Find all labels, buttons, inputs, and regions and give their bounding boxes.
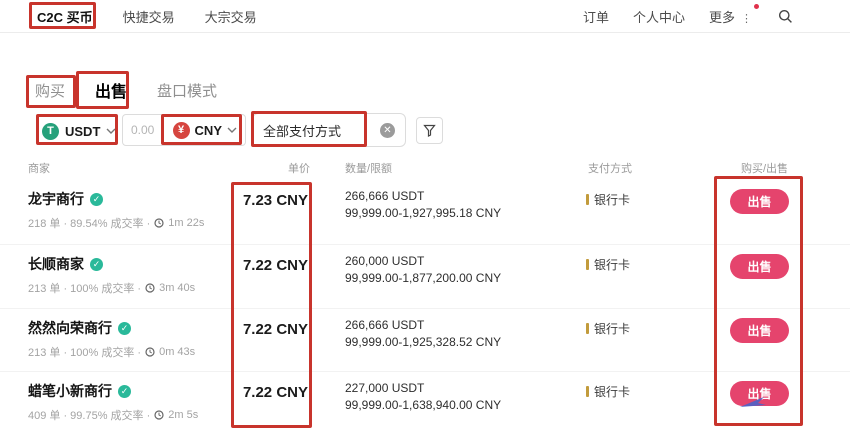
merchant-stats-text: 409 单 · 99.75% 成交率 · [28,407,150,423]
top-navigation: C2C 买币 快捷交易 大宗交易 订单 个人中心 更多 ⋮ [0,0,850,33]
table-row: 蜡笔小新商行 ✓ 409 单 · 99.75% 成交率 · 2m 5s 7.22… [0,371,850,433]
payment-method-filter[interactable]: ✕ [252,113,406,147]
clear-icon[interactable]: ✕ [380,123,395,138]
tab-orderbook-mode[interactable]: 盘口模式 [157,80,217,101]
clock-icon [154,218,164,228]
payment-method-label: 银行卡 [594,256,630,273]
column-header-merchant: 商家 [28,160,50,176]
merchant-stats: 409 单 · 99.75% 成交率 · 2m 5s [28,407,198,423]
cny-icon: ¥ [173,122,190,139]
nav-more-label: 更多 [709,10,735,25]
fiat-select-value: CNY [195,123,222,138]
table-row: 长顺商家 ✓ 213 单 · 100% 成交率 · 3m 40s 7.22 CN… [0,244,850,307]
avg-time: 2m 5s [168,409,198,421]
avg-time: 0m 43s [159,346,195,358]
payment-method-input[interactable] [263,123,380,138]
payment-cell: 银行卡 [586,383,630,400]
available-amount: 260,000 USDT [345,253,501,270]
verified-badge-icon: ✓ [118,322,131,335]
nav-item-profile[interactable]: 个人中心 [633,7,685,26]
merchant-stats: 213 单 · 100% 成交率 · 0m 43s [28,344,195,360]
amount-cell: 266,666 USDT 99,999.00-1,927,995.18 CNY [345,188,501,222]
merchant-name[interactable]: 然然向荣商行 [28,318,112,338]
bank-card-indicator-icon [586,194,589,205]
available-amount: 266,666 USDT [345,188,501,205]
clock-icon [145,283,155,293]
notification-dot [754,4,759,9]
payment-cell: 银行卡 [586,191,630,208]
merchant-name[interactable]: 龙宇商行 [28,189,84,209]
nav-item-more[interactable]: 更多 ⋮ [709,7,752,26]
bank-card-indicator-icon [586,259,589,270]
sell-button[interactable]: 出售 [730,318,789,343]
crypto-select[interactable]: T USDT [42,117,116,145]
chevron-down-icon [106,128,116,134]
table-row: 然然向荣商行 ✓ 213 单 · 100% 成交率 · 0m 43s 7.22 … [0,308,850,371]
price-cell: 7.22 CNY [230,257,308,274]
merchant-stats-text: 213 单 · 100% 成交率 · [28,344,141,360]
nav-item-c2c-buy[interactable]: C2C 买币 [37,7,93,26]
fiat-select[interactable]: ¥ CNY [173,122,237,139]
amount-input[interactable] [131,123,165,137]
bank-card-indicator-icon [586,386,589,397]
bank-card-indicator-icon [586,323,589,334]
verified-badge-icon: ✓ [90,258,103,271]
usdt-icon: T [42,123,59,140]
price-cell: 7.22 CNY [230,321,308,338]
trade-side-tabs: 购买 出售 盘口模式 [35,78,217,102]
merchant-stats: 218 单 · 89.54% 成交率 · 1m 22s [28,215,204,231]
order-limit: 99,999.00-1,877,200.00 CNY [345,270,501,287]
tab-buy[interactable]: 购买 [35,80,65,101]
sell-button[interactable]: 出售 [730,381,789,406]
order-limit: 99,999.00-1,925,328.52 CNY [345,334,501,351]
amount-fiat-group: ¥ CNY [122,114,246,146]
merchant-name[interactable]: 长顺商家 [28,254,84,274]
payment-cell: 银行卡 [586,256,630,273]
nav-item-express-trade[interactable]: 快捷交易 [123,7,175,26]
payment-method-label: 银行卡 [594,320,630,337]
order-limit: 99,999.00-1,927,995.18 CNY [345,205,501,222]
more-menu-icon: ⋮ [741,13,752,25]
available-amount: 227,000 USDT [345,380,501,397]
amount-cell: 260,000 USDT 99,999.00-1,877,200.00 CNY [345,253,501,287]
amount-cell: 266,666 USDT 99,999.00-1,925,328.52 CNY [345,317,501,351]
funnel-icon [423,124,436,137]
amount-cell: 227,000 USDT 99,999.00-1,638,940.00 CNY [345,380,501,414]
c2c-trading-page: C2C 买币 快捷交易 大宗交易 订单 个人中心 更多⋮ 购买 出售 盘口模式 … [0,0,850,433]
sell-button[interactable]: 出售 [730,189,789,214]
price-cell: 7.22 CNY [230,384,308,401]
payment-cell: 银行卡 [586,320,630,337]
nav-item-block-trade[interactable]: 大宗交易 [205,7,257,26]
column-header-action: 购买/出售 [741,160,788,176]
table-header: 商家 单价 数量/限额 支付方式 购买/出售 [0,160,850,178]
tab-sell[interactable]: 出售 [95,78,127,102]
table-row: 龙宇商行 ✓ 218 单 · 89.54% 成交率 · 1m 22s 7.23 … [0,180,850,243]
chevron-down-icon [227,127,237,133]
search-icon[interactable] [776,8,794,26]
filter-bar: T USDT ¥ CNY ✕ [0,113,850,149]
clock-icon [145,347,155,357]
payment-method-label: 银行卡 [594,191,630,208]
avg-time: 1m 22s [168,217,204,229]
avg-time: 3m 40s [159,282,195,294]
nav-item-orders[interactable]: 订单 [583,7,609,26]
order-limit: 99,999.00-1,638,940.00 CNY [345,397,501,414]
price-cell: 7.23 CNY [230,192,308,209]
merchant-name[interactable]: 蜡笔小新商行 [28,381,112,401]
payment-method-label: 银行卡 [594,383,630,400]
clock-icon [154,410,164,420]
merchant-stats-text: 213 单 · 100% 成交率 · [28,280,141,296]
verified-badge-icon: ✓ [118,385,131,398]
filter-funnel-button[interactable] [416,117,443,144]
crypto-select-value: USDT [65,124,100,139]
column-header-price: 单价 [232,160,310,176]
verified-badge-icon: ✓ [90,193,103,206]
merchant-stats: 213 单 · 100% 成交率 · 3m 40s [28,280,195,296]
merchant-stats-text: 218 单 · 89.54% 成交率 · [28,215,150,231]
column-header-amount: 数量/限额 [345,160,392,176]
sell-button[interactable]: 出售 [730,254,789,279]
column-header-payment: 支付方式 [588,160,632,176]
available-amount: 266,666 USDT [345,317,501,334]
